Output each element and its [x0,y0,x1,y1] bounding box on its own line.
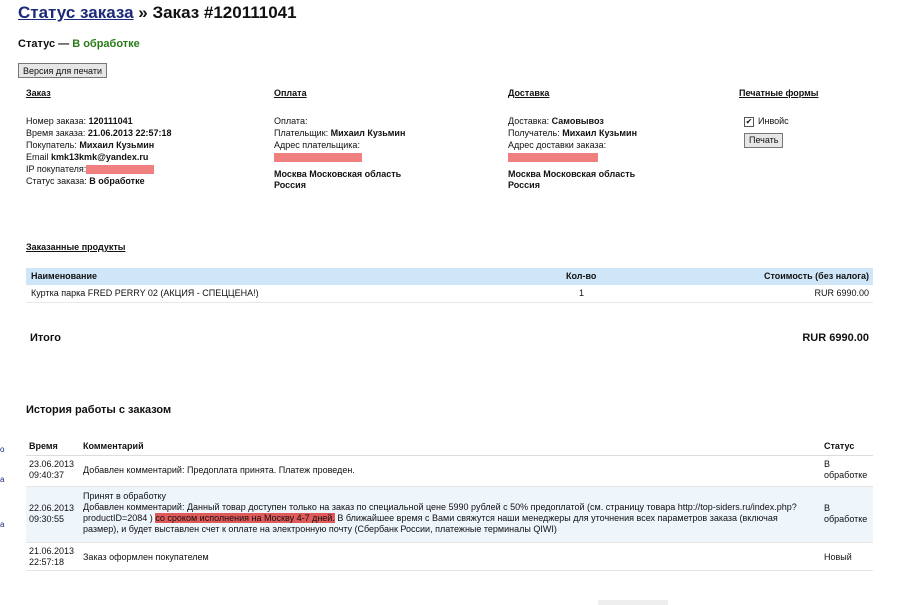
products-title[interactable]: Заказанные продукты [26,242,125,252]
history-status: Новый [824,552,852,562]
table-row: 23.06.2013 09:40:37 Добавлен комментарий:… [26,456,873,487]
page-header: Статус заказа » Заказ #120111041 [18,3,297,23]
product-name: Куртка парка FRED PERRY 02 (АКЦИЯ - СПЕЦ… [31,288,259,298]
history-time: 21.06.2013 22:57:18 [29,546,75,567]
payer-address: Москва Московская область Россия [274,169,402,190]
history-comment: Принят в обработку Добавлен комментарий:… [83,491,797,534]
product-price: RUR 6990.00 [814,288,869,298]
history-time: 22.06.2013 09:30:55 [29,503,75,524]
history-status: Вобработке [824,459,868,480]
order-info: Заказ Номер заказа: 120111041 Время зака… [26,88,171,187]
highlighted-text: со сроком исполнения на Москву 4-7 дней. [155,513,335,523]
edge-glyph: а [0,475,5,484]
ip-row: IP покупателя: [26,163,171,175]
buyer-row: Покупатель: Михаил Кузьмин [26,140,155,150]
table-row: 22.06.2013 09:30:55 Принят в обработку До… [26,487,873,543]
print-forms: Печатные формы ✔ Инвойс Печать [739,88,819,148]
history-comment: Заказ оформлен покупателем [83,552,209,562]
print-button[interactable]: Печать [744,133,784,148]
col-qty-header: Кол-во [566,271,597,281]
product-qty: 1 [579,288,585,298]
history-table-header: Время Комментарий Статус [26,437,873,456]
order-section-title[interactable]: Заказ [26,88,171,98]
delivery-section-title[interactable]: Доставка [508,88,637,98]
order-status-row: Статус заказа: В обработке [26,176,145,186]
payer-address-label: Адрес плательщика: [274,140,360,150]
edge-glyph: о [0,445,5,454]
col-time-header: Время [29,441,58,451]
status-label: Статус — [18,38,73,50]
delivery-info: Доставка Доставка: Самовывоз Получатель:… [508,88,637,191]
payment-method-row: Оплата: [274,116,308,126]
history-title: История работы с заказом [26,404,172,416]
payment-section-title[interactable]: Оплата [274,88,405,98]
history-status: Вобработке [824,503,868,524]
products-table-header: Наименование Кол-во Стоимость (без налог… [26,268,873,285]
delivery-address: Москва Московская область Россия [508,169,636,190]
print-version-button[interactable]: Версия для печати [18,63,108,78]
redacted-ip [86,165,155,175]
delivery-address-label: Адрес доставки заказа: [508,140,607,150]
email-row: Email kmk13kmk@yandex.ru [26,152,149,162]
table-row: 21.06.2013 22:57:18 Заказ оформлен покупа… [26,543,873,571]
payer-row: Плательщик: Михаил Кузьмин [274,128,406,138]
status-value: В обработке [72,38,140,50]
page-title: Заказ #120111041 [152,3,297,22]
edge-glyph: а [0,520,5,529]
total-label: Итого [30,332,62,344]
redacted-payer-address [274,153,362,163]
col-status-header: Статус [824,441,855,451]
print-forms-title: Печатные формы [739,88,819,98]
products-table: Наименование Кол-во Стоимость (без налог… [26,268,873,303]
payment-info: Оплата Оплата: Плательщик: Михаил Кузьми… [274,88,405,191]
order-status-link[interactable]: Статус заказа [18,3,134,22]
delivery-method-row: Доставка: Самовывоз [508,116,604,126]
status-line: Статус — В обработке [18,38,140,50]
invoice-checkbox[interactable]: ✔ [744,116,754,127]
history-table: Время Комментарий Статус 23.06.2013 09:40… [26,437,873,571]
col-name-header: Наименование [31,271,98,281]
col-price-header: Стоимость (без налога) [763,271,869,281]
recipient-row: Получатель: Михаил Кузьмин [508,128,638,138]
col-comment-header: Комментарий [83,441,144,451]
history-comment: Добавлен комментарий: Предоплата принята… [83,465,355,475]
footer-fragment [598,600,668,605]
order-number-row: Номер заказа: 120111041 [26,116,133,126]
invoice-checkbox-row[interactable]: ✔ Инвойс [744,115,819,127]
history-time: 23.06.2013 09:40:37 [29,459,75,480]
breadcrumb-separator: » [133,3,153,22]
order-time-row: Время заказа: 21.06.2013 22:57:18 [26,128,172,138]
total-value: RUR 6990.00 [802,332,869,344]
table-row: Куртка парка FRED PERRY 02 (АКЦИЯ - СПЕЦ… [26,285,873,303]
redacted-delivery-address [508,153,598,163]
